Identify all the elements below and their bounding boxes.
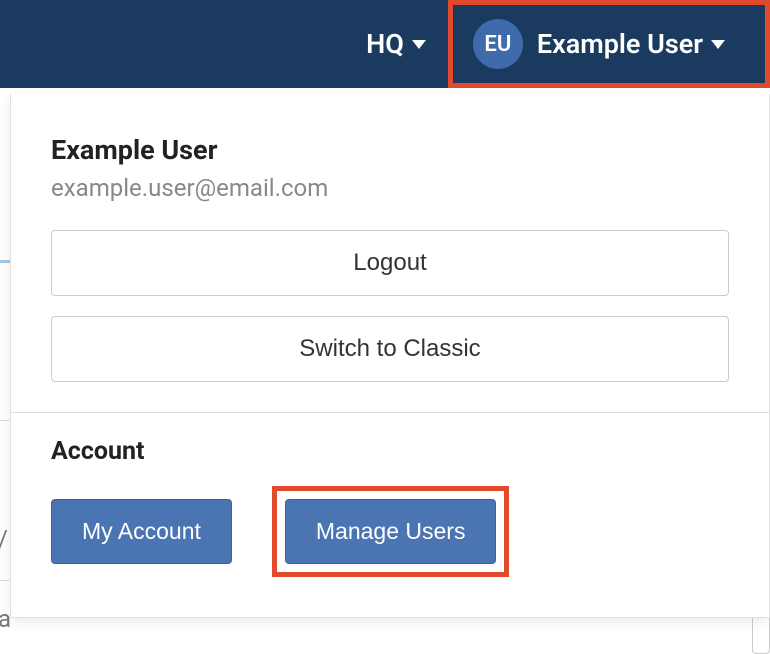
caret-down-icon — [412, 40, 426, 49]
dropdown-user-name: Example User — [51, 134, 729, 166]
switch-to-classic-button[interactable]: Switch to Classic — [51, 316, 729, 382]
account-section-title: Account — [51, 437, 729, 466]
user-dropdown-panel: Example User example.user@email.com Logo… — [10, 94, 770, 618]
caret-down-icon — [711, 40, 725, 49]
user-label: Example User — [537, 28, 703, 60]
user-info-section: Example User example.user@email.com Logo… — [11, 94, 769, 412]
manage-users-highlight: Manage Users — [272, 486, 510, 577]
avatar: EU — [473, 19, 523, 69]
background-text-fragment: / — [0, 525, 8, 553]
dropdown-user-email: example.user@email.com — [51, 174, 729, 202]
user-dropdown-highlight: EU Example User — [448, 0, 770, 88]
account-section: Account My Account Manage Users — [11, 413, 769, 617]
account-buttons-row: My Account Manage Users — [51, 486, 729, 577]
avatar-initials: EU — [484, 32, 511, 57]
logout-button[interactable]: Logout — [51, 230, 729, 296]
topbar: HQ EU Example User — [0, 0, 770, 88]
hq-dropdown-trigger[interactable]: HQ — [354, 22, 438, 66]
hq-label: HQ — [366, 28, 404, 60]
manage-users-button[interactable]: Manage Users — [285, 499, 497, 564]
user-dropdown-trigger[interactable]: EU Example User — [461, 13, 737, 75]
my-account-button[interactable]: My Account — [51, 499, 232, 564]
